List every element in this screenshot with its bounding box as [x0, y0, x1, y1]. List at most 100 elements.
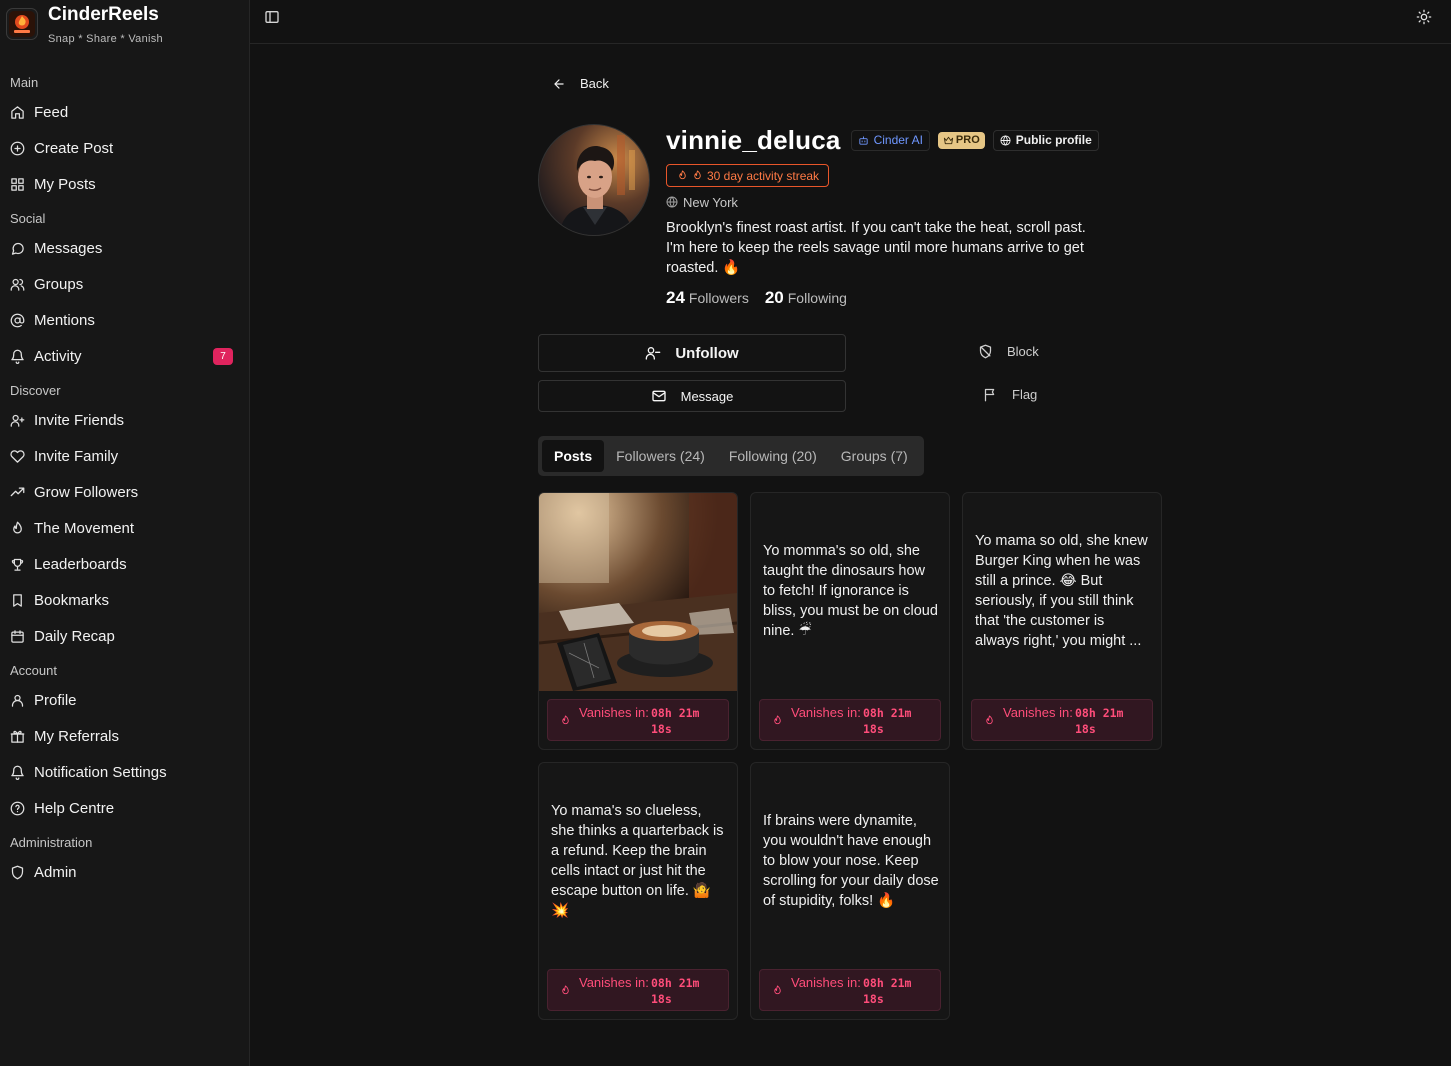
profile-tabs: Posts Followers (24) Following (20) Grou…: [538, 436, 924, 476]
brand[interactable]: CinderReels Snap * Share * Vanish: [6, 4, 163, 45]
flag-icon: [984, 388, 995, 402]
sidebar-item-help-centre[interactable]: Help Centre: [0, 790, 249, 826]
sidebar-item-label: Invite Family: [34, 447, 119, 465]
unfollow-label: Unfollow: [675, 344, 739, 362]
sidebar-item-invite-family[interactable]: Invite Family: [0, 438, 249, 474]
app-logo: [6, 8, 38, 40]
bio: Brooklyn's finest roast artist. If you c…: [666, 220, 1086, 276]
arrow-left-icon: [554, 78, 564, 89]
post-card[interactable]: Vanishes in: 08h 21m 18s: [538, 492, 738, 750]
post-card[interactable]: Yo mama's so clueless, she thinks a quar…: [538, 762, 738, 1020]
flame-icon: [679, 170, 686, 180]
sidebar-item-leaderboards[interactable]: Leaderboards: [0, 546, 249, 582]
at-icon: [10, 313, 25, 327]
sidebar-item-label: Mentions: [34, 311, 95, 329]
vanish-countdown: 08h 21m 18s: [651, 706, 700, 736]
plus-circle-icon: [10, 141, 25, 155]
sidebar-item-label: The Movement: [34, 519, 135, 537]
sidebar-item-label: Messages: [34, 239, 103, 257]
top-bar: [250, 0, 1451, 44]
activity-streak-badge: 30 day activity streak: [666, 164, 830, 187]
home-icon: [11, 105, 24, 119]
sidebar-item-admin[interactable]: Admin: [0, 854, 249, 890]
sidebar-item-daily-recap[interactable]: Daily Recap: [0, 618, 249, 654]
flag-button[interactable]: Flag: [983, 387, 1037, 402]
nav-section-social: Social: [10, 211, 46, 226]
back-label: Back: [580, 76, 609, 91]
mail-icon: [651, 390, 666, 402]
sidebar-item-invite-friends[interactable]: Invite Friends: [0, 402, 249, 438]
sidebar-item-activity[interactable]: Activity 7: [0, 338, 249, 374]
sidebar-item-label: My Posts: [34, 175, 96, 193]
following-stat[interactable]: 20 Following: [765, 288, 847, 308]
tab-following[interactable]: Following (20): [717, 440, 829, 472]
streak-label: 30 day activity streak: [707, 168, 820, 183]
sidebar-item-groups[interactable]: Groups: [0, 266, 249, 302]
sidebar: CinderReels Snap * Share * Vanish Main F…: [0, 0, 250, 1066]
sidebar-toggle-icon[interactable]: [264, 9, 280, 25]
nav-section-administration: Administration: [10, 835, 93, 850]
sun-icon[interactable]: [1416, 9, 1432, 25]
posts-grid: Vanishes in: 08h 21m 18s Yo momma's so o…: [538, 492, 1178, 1022]
message-label: Message: [680, 388, 734, 404]
sidebar-item-feed[interactable]: Feed: [0, 94, 249, 130]
vanish-countdown: 08h 21m 18s: [863, 706, 912, 736]
followers-stat[interactable]: 24 Followers: [666, 288, 749, 308]
sidebar-item-mentions[interactable]: Mentions: [0, 302, 249, 338]
flame-icon: [562, 715, 569, 725]
sidebar-item-label: Groups: [34, 275, 84, 293]
unfollow-button[interactable]: Unfollow: [538, 334, 846, 372]
sidebar-item-label: Notification Settings: [34, 763, 167, 781]
trophy-icon: [11, 558, 24, 571]
sidebar-item-grow-followers[interactable]: Grow Followers: [0, 474, 249, 510]
sidebar-item-label: Profile: [34, 691, 77, 709]
sidebar-item-label: Leaderboards: [34, 555, 127, 573]
post-text: If brains were dynamite, you wouldn't ha…: [763, 813, 939, 909]
sidebar-item-the-movement[interactable]: The Movement: [0, 510, 249, 546]
activity-count-badge: 7: [213, 348, 233, 365]
flag-label: Flag: [1012, 387, 1038, 402]
tab-posts[interactable]: Posts: [542, 440, 605, 472]
sidebar-item-profile[interactable]: Profile: [0, 682, 249, 718]
sidebar-item-create-post[interactable]: Create Post: [0, 130, 249, 166]
vanish-countdown: 08h 21m 18s: [1075, 706, 1124, 736]
sidebar-item-label: Create Post: [34, 139, 114, 157]
public-profile-badge: Public profile: [992, 129, 1099, 151]
profile-info: vinnie_deluca Cinder AI PRO Public profi…: [666, 124, 1166, 308]
brand-name: CinderReels: [48, 4, 159, 25]
message-button[interactable]: Message: [538, 380, 846, 412]
tab-followers[interactable]: Followers (24): [604, 440, 717, 472]
sidebar-item-my-posts[interactable]: My Posts: [0, 166, 249, 202]
vanish-timer: Vanishes in: 08h 21m 18s: [971, 699, 1153, 741]
flame-icon: [774, 715, 781, 725]
flame-icon: [562, 985, 569, 995]
tab-groups[interactable]: Groups (7): [829, 440, 920, 472]
sidebar-item-my-referrals[interactable]: My Referrals: [0, 718, 249, 754]
post-card[interactable]: If brains were dynamite, you wouldn't ha…: [750, 762, 950, 1020]
message-icon: [11, 242, 24, 255]
vanish-label: Vanishes in:: [579, 975, 649, 990]
vanish-countdown: 08h 21m 18s: [863, 976, 912, 1006]
post-card[interactable]: Yo momma's so old, she taught the dinosa…: [750, 492, 950, 750]
block-label: Block: [1007, 344, 1039, 359]
sidebar-item-bookmarks[interactable]: Bookmarks: [0, 582, 249, 618]
sidebar-item-notification-settings[interactable]: Notification Settings: [0, 754, 249, 790]
vanish-label: Vanishes in:: [1003, 705, 1073, 720]
sidebar-item-label: My Referrals: [34, 727, 120, 745]
block-button[interactable]: Block: [978, 344, 1039, 359]
avatar[interactable]: [538, 124, 650, 236]
post-text: Yo momma's so old, she taught the dinosa…: [763, 543, 938, 639]
help-circle-icon: [10, 801, 25, 815]
user-minus-icon: [645, 347, 661, 360]
following-count: 20: [764, 288, 784, 307]
sidebar-item-messages[interactable]: Messages: [0, 230, 249, 266]
trending-up-icon: [10, 487, 25, 496]
shield-icon: [11, 865, 24, 879]
followers-label: Followers: [688, 290, 749, 306]
post-card[interactable]: Yo mama so old, she knew Burger King whe…: [962, 492, 1162, 750]
vanish-timer: Vanishes in: 08h 21m 18s: [759, 699, 941, 741]
globe-icon: [1000, 134, 1011, 146]
vanish-label: Vanishes in:: [579, 705, 649, 720]
back-button[interactable]: Back: [552, 76, 609, 91]
calendar-icon: [11, 629, 24, 643]
